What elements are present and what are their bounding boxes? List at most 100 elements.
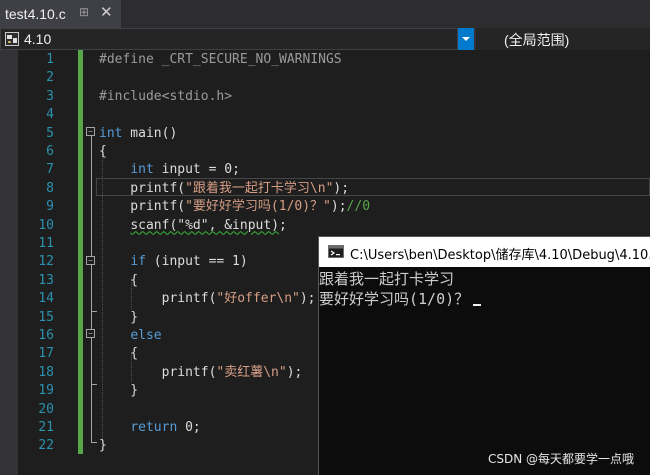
code-token-macro: #include<stdio.h> (99, 88, 233, 104)
code-token-str: "卖红薯\n" (216, 364, 287, 380)
console-output-line: 跟着我一起打卡学习 (319, 269, 650, 289)
line-number: 4 (46, 107, 54, 123)
collapse-if-icon[interactable]: − (86, 256, 95, 265)
code-line[interactable]: printf("要好好学习吗(1/0)？");//0 (99, 198, 370, 216)
code-line[interactable]: int input = 0; (99, 161, 240, 179)
code-token-kw: int (130, 162, 154, 178)
code-token: ); (299, 291, 316, 307)
project-scope-icon (5, 32, 19, 46)
console-output-line: 要好好学习吗(1/0)？ (319, 289, 650, 309)
code-token-macro: #define _CRT_SECURE_NO_WARNINGS (99, 52, 342, 67)
scope-dropdown-button[interactable] (458, 28, 474, 50)
member-scope-dropdown[interactable]: (全局范围) (476, 28, 650, 50)
outline-end-if (91, 311, 97, 312)
code-token: } (99, 309, 139, 325)
code-line[interactable]: return 0; (99, 419, 201, 437)
project-scope-dropdown[interactable]: 4.10 (0, 28, 458, 50)
code-line[interactable]: printf("好offer\n"); (99, 290, 316, 308)
navigation-bar: 4.10 (全局范围) (0, 28, 650, 50)
line-number: 10 (38, 217, 54, 233)
code-token-str: "跟着我一起打卡学习\n" (185, 180, 334, 196)
console-title-bar[interactable]: C:\Users\ben\Desktop\储存库\4.10\Debug\4.10… (319, 237, 650, 267)
code-token: 0; (177, 420, 201, 435)
outline-end-else (91, 384, 97, 385)
code-token-kw: return (130, 420, 178, 435)
line-number: 9 (46, 199, 54, 215)
line-number: 5 (46, 125, 54, 141)
code-token: scanf("%d", &input) (130, 217, 280, 233)
code-token: input = 0; (153, 162, 240, 178)
line-number: 21 (38, 420, 54, 435)
code-token: printf( (99, 180, 186, 196)
code-token: printf( (99, 291, 217, 307)
code-line[interactable]: { (99, 272, 138, 290)
code-token-str: "要好好学习吗(1/0)？" (185, 199, 331, 215)
chevron-down-icon (462, 37, 470, 41)
code-line[interactable]: { (99, 345, 138, 363)
code-line[interactable]: else (99, 327, 162, 345)
console-title: C:\Users\ben\Desktop\储存库\4.10\Debug\4.10… (350, 248, 650, 263)
code-token: printf( (99, 199, 186, 215)
document-tab-strip: test4.10.c ⊞ ✕ (0, 0, 650, 28)
code-token-kw: else (130, 328, 162, 343)
console-output-text: 跟着我一起打卡学习 (319, 270, 455, 288)
code-line[interactable]: } (99, 382, 138, 400)
outline-line-if (91, 265, 92, 311)
line-number: 19 (38, 383, 54, 399)
code-token: ); (333, 180, 350, 196)
outline-end-main (91, 442, 97, 443)
code-token-kw: if (130, 254, 146, 270)
code-token: { (99, 272, 139, 288)
console-app-icon (328, 245, 344, 258)
code-token-str: "好offer\n" (216, 291, 300, 307)
code-token: ; (279, 217, 287, 233)
outline-line-else (91, 338, 92, 384)
console-window[interactable]: C:\Users\ben\Desktop\储存库\4.10\Debug\4.10… (318, 236, 650, 475)
glyph-margin[interactable] (0, 50, 18, 475)
code-line[interactable]: } (99, 309, 138, 327)
code-line[interactable]: #include<stdio.h> (99, 88, 232, 106)
line-number: 17 (38, 346, 54, 362)
tab-test4-10-c[interactable]: test4.10.c ⊞ ✕ (0, 0, 121, 28)
line-number: 12 (38, 254, 54, 270)
code-token: (input == 1) (145, 254, 248, 270)
code-line[interactable]: printf("跟着我一起打卡学习\n"); (99, 180, 349, 198)
line-number: 16 (38, 328, 54, 343)
code-line[interactable]: } (99, 437, 107, 455)
line-number: 14 (38, 291, 54, 307)
console-output[interactable]: 跟着我一起打卡学习 要好好学习吗(1/0)？ (319, 269, 650, 309)
code-token: printf( (99, 364, 217, 380)
line-number: 15 (38, 309, 54, 325)
line-number: 22 (38, 438, 54, 454)
pin-icon[interactable]: ⊞ (79, 5, 89, 19)
line-number: 3 (46, 88, 54, 104)
close-icon[interactable]: ✕ (100, 3, 113, 21)
code-token: ); (286, 364, 303, 380)
code-line[interactable]: if (input == 1) (99, 253, 248, 271)
code-line[interactable]: #define _CRT_SECURE_NO_WARNINGS (99, 51, 342, 69)
collapse-else-icon[interactable]: − (86, 329, 95, 338)
line-number: 8 (46, 180, 54, 196)
code-token: ); (330, 199, 347, 215)
member-scope-label: (全局范围) (504, 32, 570, 48)
code-token: } (99, 383, 139, 399)
line-number: 1 (46, 52, 54, 67)
collapse-main-icon[interactable]: − (86, 127, 95, 136)
line-number: 2 (46, 70, 54, 86)
change-tracking-bar (78, 50, 83, 454)
code-line[interactable]: printf("卖红薯\n"); (99, 364, 303, 382)
tab-title: test4.10.c (5, 6, 66, 22)
ide-window: test4.10.c ⊞ ✕ 4.10 (全局范围) 1 2 3 4 5 6 7 8 9 10 11… (0, 0, 650, 475)
code-line[interactable]: int main() (99, 125, 177, 143)
project-scope-label: 4.10 (24, 31, 52, 47)
code-line[interactable]: scanf("%d", &input); (99, 217, 287, 235)
code-token: { (99, 346, 139, 362)
line-number: 6 (46, 144, 54, 159)
code-token-comment: //0 (346, 199, 371, 215)
code-line[interactable]: { (99, 143, 107, 161)
